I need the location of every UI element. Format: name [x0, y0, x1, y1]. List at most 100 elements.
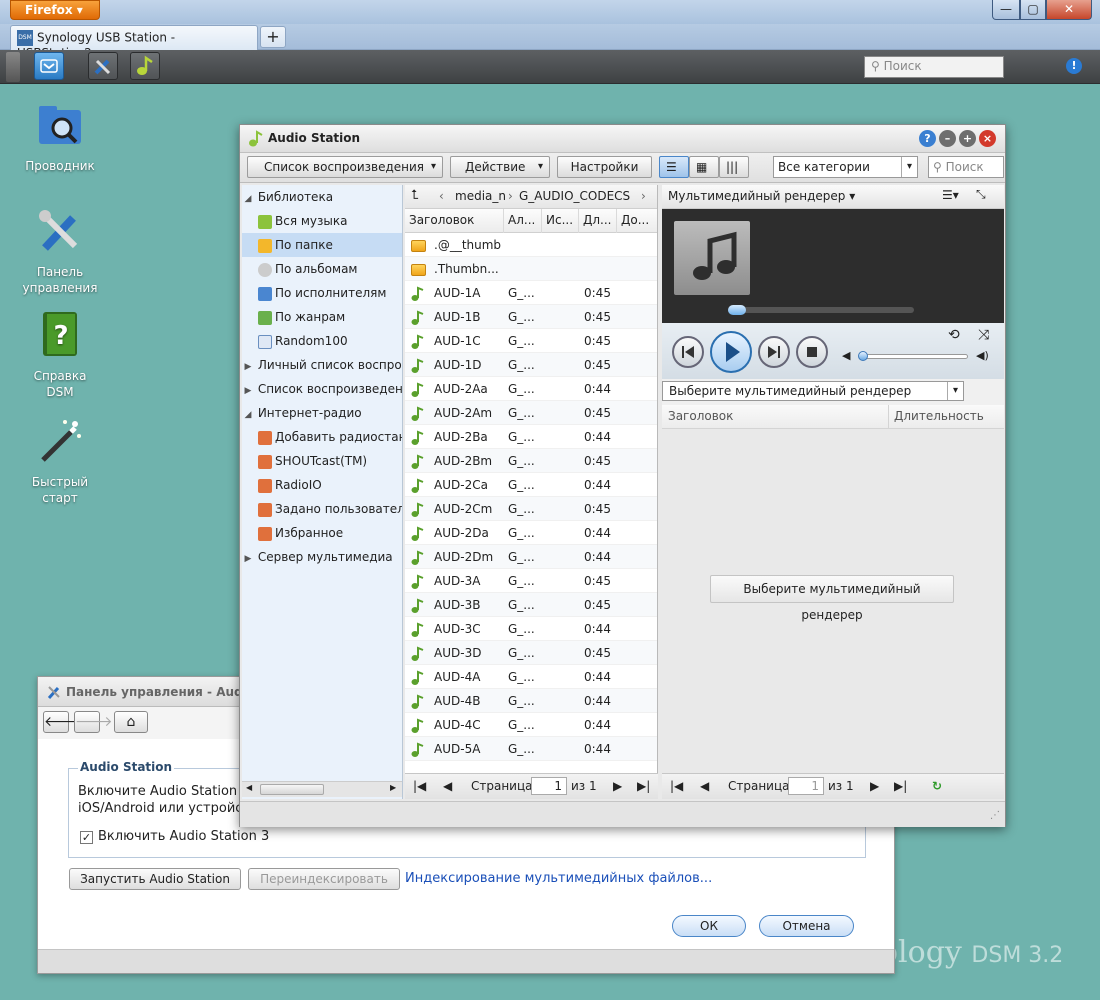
table-row[interactable]: AUD-3C G_... 0:44 — [405, 617, 657, 641]
table-row[interactable]: AUD-3A G_... 0:45 — [405, 569, 657, 593]
breadcrumb-next-icon[interactable]: › — [641, 185, 646, 207]
audio-search-input[interactable]: ⚲ Поиск — [928, 156, 1004, 178]
refresh-icon[interactable]: ↻ — [932, 774, 942, 798]
help-button[interactable]: ? — [919, 130, 936, 147]
column-length[interactable]: Дл... — [579, 209, 617, 233]
home-button[interactable]: ⌂ — [114, 711, 148, 733]
prev-page-icon[interactable]: ◀ — [443, 774, 452, 798]
next-page-icon[interactable]: ▶ — [870, 774, 879, 798]
table-row[interactable]: AUD-2Aa G_... 0:44 — [405, 377, 657, 401]
page-number-input[interactable]: 1 — [788, 777, 824, 795]
last-page-icon[interactable]: ▶| — [894, 774, 907, 798]
taskbar-search-input[interactable]: ⚲ Поиск — [864, 56, 1004, 78]
taskbar-control-panel-button[interactable] — [88, 52, 118, 80]
scroll-thumb[interactable] — [260, 784, 324, 795]
table-row[interactable]: AUD-2Dm G_... 0:44 — [405, 545, 657, 569]
tree-item-by-artist[interactable]: По исполнителям — [242, 281, 402, 305]
desktop-icon-help[interactable]: ? Справка DSM — [20, 310, 100, 400]
volume-slider[interactable] — [860, 354, 968, 359]
table-row[interactable]: AUD-3B G_... 0:45 — [405, 593, 657, 617]
table-row[interactable]: AUD-2Am G_... 0:45 — [405, 401, 657, 425]
collapse-player-icon[interactable]: ⤡ — [976, 187, 986, 202]
thumbnail-view-button[interactable]: ▦ — [689, 156, 719, 178]
tree-radio-add[interactable]: Добавить радиостанцию — [242, 425, 402, 449]
close-window-icon[interactable]: × — [979, 130, 996, 147]
first-page-icon[interactable]: |◀ — [413, 774, 426, 798]
audio-station-titlebar[interactable]: Audio Station — [240, 125, 1005, 153]
column-title[interactable]: Заголовок — [405, 209, 504, 233]
shuffle-icon[interactable]: ⤨ — [978, 327, 989, 343]
desktop-icon-file-browser[interactable]: Проводник — [20, 100, 100, 174]
playlist-options-icon[interactable]: ☰▾ — [942, 188, 959, 202]
minimize-window-button[interactable]: – — [939, 130, 956, 147]
settings-button[interactable]: Настройки — [557, 156, 652, 178]
table-row[interactable]: AUD-4B G_... 0:44 — [405, 689, 657, 713]
breadcrumb-prev-icon[interactable]: ‹ — [439, 185, 444, 207]
minimize-button[interactable]: — — [992, 0, 1020, 20]
table-row[interactable]: AUD-4A G_... 0:44 — [405, 665, 657, 689]
table-row[interactable]: AUD-3D G_... 0:45 — [405, 641, 657, 665]
table-row[interactable]: .@__thumb — [405, 233, 657, 257]
new-tab-button[interactable]: + — [260, 26, 286, 48]
table-row[interactable]: AUD-4C G_... 0:44 — [405, 713, 657, 737]
forward-button[interactable]: 🡒 — [74, 711, 113, 733]
column-duration[interactable]: Длительность — [894, 405, 984, 427]
tree-radio-radioio[interactable]: RadioIO — [242, 473, 402, 497]
tree-item-by-album[interactable]: По альбомам — [242, 257, 402, 281]
tree-radio-favorites[interactable]: Избранное — [242, 521, 402, 545]
close-window-button[interactable]: ✕ — [1046, 0, 1092, 20]
renderer-select[interactable]: Выберите мультимедийный рендерер ▾ — [662, 381, 964, 401]
reindex-button[interactable]: Переиндексировать — [248, 868, 400, 890]
table-row[interactable]: AUD-1C G_... 0:45 — [405, 329, 657, 353]
last-page-icon[interactable]: ▶| — [637, 774, 650, 798]
tree-horizontal-scrollbar[interactable]: ◀ ▶ — [242, 781, 402, 797]
volume-max-icon[interactable]: ◀) — [976, 349, 989, 362]
next-track-button[interactable] — [758, 336, 790, 368]
progress-thumb[interactable] — [728, 305, 746, 315]
table-row[interactable]: AUD-1A G_... 0:45 — [405, 281, 657, 305]
up-folder-icon[interactable]: ⮤ — [411, 185, 419, 207]
browser-tab[interactable]: DSMSynology USB Station - USBStation2 — [10, 25, 258, 60]
breadcrumb-segment-1[interactable]: media_n — [455, 185, 506, 207]
list-view-button[interactable]: ☰ — [659, 156, 689, 178]
tree-media-server[interactable]: ▶ Сервер мультимедиа — [242, 545, 402, 569]
enable-audio-station-checkbox[interactable]: ✓ — [80, 831, 93, 844]
cancel-button[interactable]: Отмена — [759, 915, 854, 937]
category-select[interactable]: Все категории ▾ — [773, 156, 918, 178]
tree-radio-user-defined[interactable]: Задано пользователем — [242, 497, 402, 521]
main-menu-button[interactable] — [34, 52, 64, 80]
column-title[interactable]: Заголовок — [668, 405, 733, 427]
tree-library[interactable]: ◢ Библиотека — [242, 185, 402, 209]
table-row[interactable]: AUD-2Da G_... 0:44 — [405, 521, 657, 545]
tree-item-all-music[interactable]: Вся музыка — [242, 209, 402, 233]
prev-page-icon[interactable]: ◀ — [700, 774, 709, 798]
table-row[interactable]: AUD-1B G_... 0:45 — [405, 305, 657, 329]
table-row[interactable]: .Thumbn... — [405, 257, 657, 281]
table-row[interactable]: AUD-1D G_... 0:45 — [405, 353, 657, 377]
table-row[interactable]: AUD-2Ba G_... 0:44 — [405, 425, 657, 449]
volume-thumb[interactable] — [858, 351, 868, 361]
previous-track-button[interactable] — [672, 336, 704, 368]
column-album[interactable]: Ал... — [504, 209, 542, 233]
desktop-icon-quick-start[interactable]: Быстрый старт — [20, 416, 100, 506]
resize-grip-icon[interactable]: ⋰ — [990, 810, 1000, 821]
taskbar-audio-station-button[interactable] — [130, 52, 160, 80]
action-menu-button[interactable]: Действие — [450, 156, 550, 178]
playlist-menu-button[interactable]: Список воспроизведения — [247, 156, 443, 178]
renderer-menu[interactable]: Мультимедийный рендерер ▾ — [668, 189, 855, 203]
play-button[interactable] — [710, 331, 752, 373]
notification-icon[interactable]: ! — [1066, 58, 1082, 74]
tree-item-by-folder[interactable]: По папке — [242, 233, 402, 257]
coverflow-view-button[interactable]: ||| — [719, 156, 749, 178]
tree-internet-radio[interactable]: ◢ Интернет-радио — [242, 401, 402, 425]
launch-audio-station-button[interactable]: Запустить Audio Station — [69, 868, 241, 890]
table-row[interactable]: AUD-5A G_... 0:44 — [405, 737, 657, 761]
index-media-link[interactable]: Индексирование мультимедийных файлов... — [405, 871, 712, 886]
desktop-icon-control-panel[interactable]: Панель управления — [20, 206, 100, 296]
maximize-button[interactable]: ▢ — [1020, 0, 1046, 20]
stop-button[interactable] — [796, 336, 828, 368]
next-page-icon[interactable]: ▶ — [613, 774, 622, 798]
choose-renderer-button[interactable]: Выберите мультимедийный рендерер — [710, 575, 954, 622]
ok-button[interactable]: ОК — [672, 915, 746, 937]
column-extra[interactable]: До... — [617, 209, 657, 233]
